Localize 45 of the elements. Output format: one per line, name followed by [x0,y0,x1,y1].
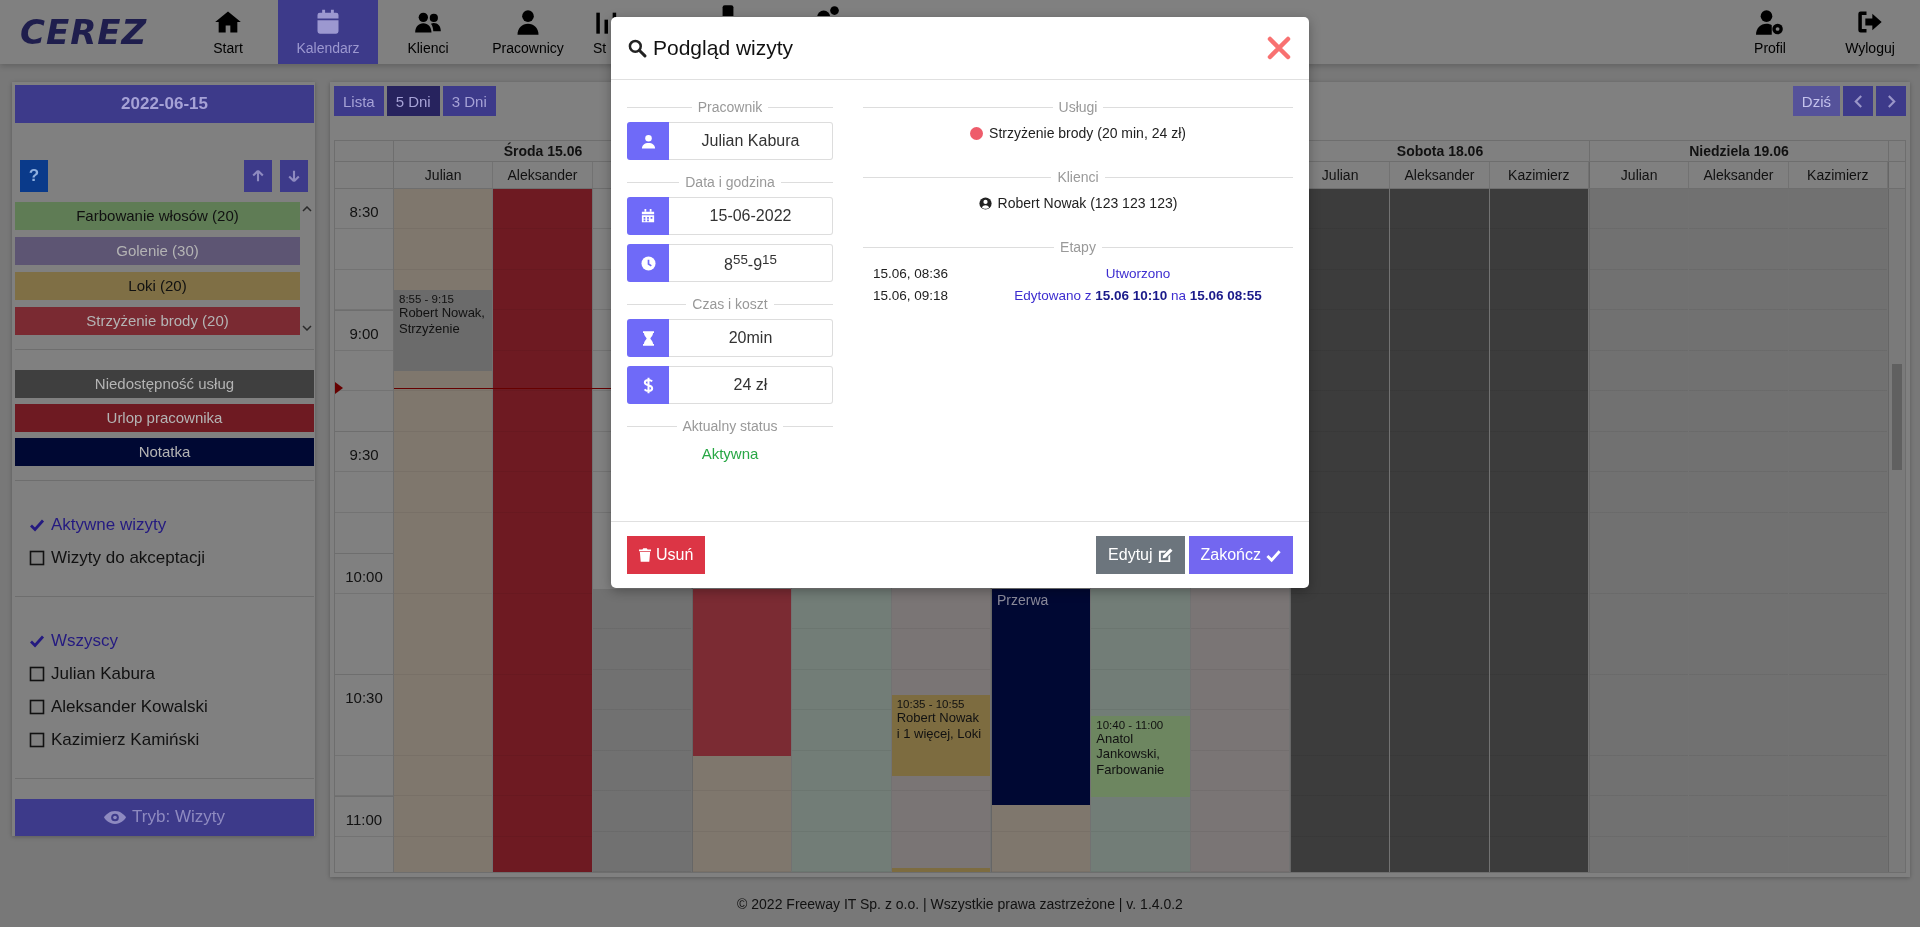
employee-header: Aleksander [1703,167,1774,183]
section-heading: Pracownik [697,99,763,115]
dialog-title: Podgląd wizyty [653,36,794,60]
stage-date: 15.06, 09:18 [873,287,950,303]
employee-header: Julian [1321,167,1359,183]
employee-header: Aleksander [507,167,578,183]
section-heading: Usługi [1058,99,1098,115]
footer-text: © 2022 Freeway IT Sp. z o.o. | Wszystkie prawa zastrzeżone | v. 1.4.0.2 [737,895,1183,912]
day-header: Sobota 18.06 [1396,143,1484,159]
section-heading: Data i godzina [685,174,775,190]
event-time: 10:40 - 11:00 [1096,718,1165,731]
time-label: 10:30 [345,689,383,708]
time-label: 9:00 [349,324,379,344]
section-heading: Klienci [1057,169,1099,185]
time-label: 11:00 [345,810,383,830]
event-text: Robert Nowak, Strzyżenie [399,305,486,337]
day-header: Niedziela 19.06 [1689,143,1789,159]
stage-text: Utworzono [1104,265,1172,281]
time-label: 8:30 [349,203,379,222]
event-time: 10:35 - 10:55 [896,698,966,711]
event-text: Anatol Jankowski, Farbowanie [1096,730,1166,778]
employee-header: Aleksander [1404,167,1475,183]
employee-header: Julian [1620,167,1658,183]
service-text: Strzyżenie brody (20 min, 24 zł) [989,125,1186,141]
time-label: 9:30 [349,446,379,465]
stage-date: 15.06, 08:36 [873,265,950,281]
section-heading: Czas i koszt [692,296,768,312]
event-text: Przerwa [997,592,1050,609]
status-text: Aktywna [701,445,759,462]
employee-field: Julian Kabura [669,122,833,160]
time-label: 10:00 [345,567,383,587]
event-time: 8:55 - 9:15 [399,293,455,306]
section-heading: Aktualny status [682,418,778,434]
event-text: Robert Nowak i 1 więcej, Loki [896,710,983,742]
employee-header: Kazimierz [1508,167,1570,183]
duration-field: 20min [669,319,833,357]
employee-header: Kazimierz [1807,167,1869,183]
price-field: 24 zł [669,366,833,404]
date-field: 15-06-2022 [669,197,833,235]
stage-text: Edytowano z 15.06 10:10 na 15.06 08:55 [1013,287,1263,303]
section-heading: Etapy [1060,239,1096,255]
time-field: 8$^{55}$-9$^{15}$ [669,244,833,282]
employee-header: Julian [424,167,462,183]
client-text: Robert Nowak (123 123 123) [997,195,1178,211]
day-header: Środa 15.06 [503,143,583,159]
